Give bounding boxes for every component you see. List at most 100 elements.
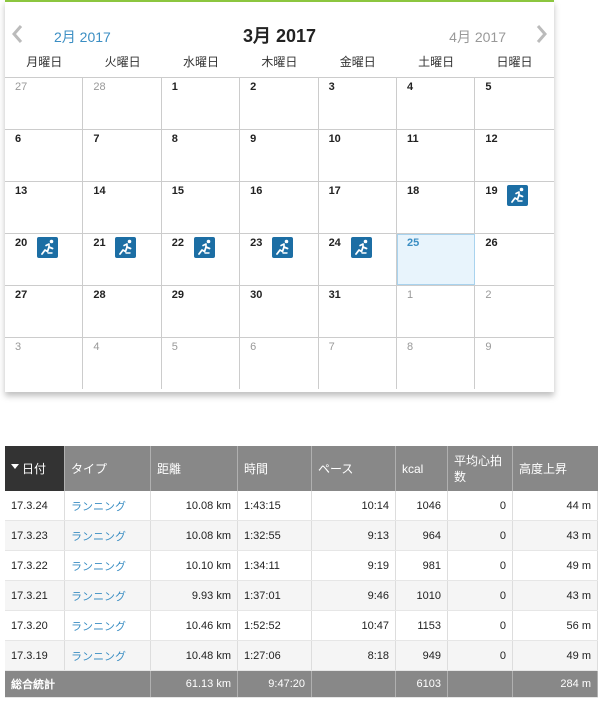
cell-type[interactable]: ランニング [64, 550, 151, 581]
day-number: 19 [485, 185, 498, 197]
calendar-day[interactable]: 11 [397, 130, 476, 181]
calendar-day[interactable]: 27 [5, 78, 84, 129]
calendar-day[interactable]: 5 [475, 78, 553, 129]
calendar-day[interactable]: 8 [397, 338, 476, 389]
day-number: 28 [93, 81, 106, 93]
total-elevation: 284 m [512, 670, 598, 698]
running-activity-icon[interactable] [350, 237, 372, 258]
calendar-day-today[interactable]: 25 [396, 234, 476, 285]
calendar-day[interactable]: 10 [319, 130, 397, 181]
cell-pace: 10:14 [311, 491, 396, 521]
calendar-day[interactable]: 16 [240, 182, 319, 233]
calendar-week-row: 13 14 15 16 17 18 19 [5, 182, 554, 234]
calendar-day[interactable]: 3 [5, 338, 84, 389]
running-activity-icon[interactable] [272, 237, 294, 258]
cell-type[interactable]: ランニング [64, 520, 151, 551]
table-row[interactable]: 17.3.23 ランニング 10.08 km 1:32:55 9:13 964 0 43 m [5, 520, 598, 551]
column-header-distance[interactable]: 距離 [150, 446, 238, 491]
calendar-day[interactable]: 6 [240, 338, 319, 389]
calendar-day[interactable]: 1 [397, 286, 476, 337]
cell-avg-hr: 0 [447, 491, 513, 521]
column-header-kcal[interactable]: kcal [395, 446, 448, 491]
cell-date: 17.3.22 [5, 550, 65, 581]
calendar-day[interactable]: 9 [475, 338, 553, 389]
running-activity-icon[interactable] [193, 237, 215, 258]
calendar-day[interactable]: 13 [5, 182, 84, 233]
cell-time: 1:34:11 [237, 550, 312, 581]
calendar-day[interactable]: 18 [397, 182, 476, 233]
calendar-day[interactable]: 24 [319, 234, 397, 285]
day-number: 22 [171, 237, 185, 249]
cell-kcal: 1010 [395, 580, 448, 611]
table-row[interactable]: 17.3.20 ランニング 10.46 km 1:52:52 10:47 1153 0 56 … [5, 610, 598, 641]
calendar-day[interactable]: 17 [319, 182, 397, 233]
cell-distance: 10.08 km [150, 520, 238, 551]
calendar-day[interactable]: 27 [5, 286, 84, 337]
running-activity-icon[interactable] [37, 237, 58, 258]
calendar-day[interactable]: 14 [83, 182, 162, 233]
cell-avg-hr: 0 [447, 550, 513, 581]
day-number: 25 [406, 237, 420, 249]
day-number: 13 [15, 185, 28, 197]
column-header-type[interactable]: タイプ [64, 446, 151, 491]
calendar-day[interactable]: 2 [240, 78, 319, 129]
chevron-right-icon[interactable] [536, 24, 548, 44]
column-header-time[interactable]: 時間 [237, 446, 312, 491]
calendar-day[interactable]: 4 [83, 338, 162, 389]
calendar-day[interactable]: 5 [162, 338, 241, 389]
cell-kcal: 1153 [395, 610, 448, 641]
calendar-day[interactable]: 23 [240, 234, 319, 285]
calendar-day[interactable]: 12 [475, 130, 553, 181]
calendar-week-row: 27 28 1 2 3 4 5 [5, 78, 554, 130]
calendar-day[interactable]: 19 [475, 182, 553, 233]
calendar-day[interactable]: 20 [5, 234, 84, 285]
cell-type[interactable]: ランニング [64, 491, 151, 521]
calendar-day[interactable]: 30 [240, 286, 319, 337]
calendar-day[interactable]: 15 [162, 182, 241, 233]
table-row[interactable]: 17.3.21 ランニング 9.93 km 1:37:01 9:46 1010 0 43 m [5, 580, 598, 611]
day-number: 23 [250, 237, 263, 249]
calendar-day[interactable]: 2 [475, 286, 553, 337]
total-row: 総合統計 61.13 km 9:47:20 6103 284 m [5, 670, 598, 698]
cell-type[interactable]: ランニング [64, 580, 151, 611]
day-number: 4 [93, 341, 100, 353]
table-row[interactable]: 17.3.24 ランニング 10.08 km 1:43:15 10:14 1046 0 44 … [5, 491, 598, 521]
column-header-date[interactable]: 日付 [5, 446, 65, 491]
calendar-day[interactable]: 31 [319, 286, 397, 337]
total-empty [447, 670, 513, 698]
cell-type[interactable]: ランニング [64, 610, 151, 641]
day-number: 3 [328, 81, 335, 93]
day-number: 30 [250, 289, 263, 301]
column-header-pace[interactable]: ペース [311, 446, 396, 491]
calendar-day[interactable]: 7 [319, 338, 397, 389]
calendar-day[interactable]: 4 [397, 78, 476, 129]
calendar-day[interactable]: 7 [83, 130, 162, 181]
calendar-day[interactable]: 26 [475, 234, 553, 285]
column-header-elevation[interactable]: 高度上昇 [512, 446, 598, 491]
table-row[interactable]: 17.3.22 ランニング 10.10 km 1:34:11 9:19 981 0 49 m [5, 550, 598, 581]
calendar-day[interactable]: 1 [162, 78, 241, 129]
calendar-day[interactable]: 21 [83, 234, 162, 285]
day-number: 11 [406, 133, 419, 145]
running-activity-icon[interactable] [507, 185, 529, 206]
running-activity-icon[interactable] [115, 237, 137, 258]
calendar-day[interactable]: 8 [162, 130, 241, 181]
calendar-day[interactable]: 6 [5, 130, 84, 181]
next-month-link[interactable]: 4月 2017 [449, 27, 506, 47]
day-number: 29 [171, 289, 185, 301]
calendar-day[interactable]: 28 [83, 286, 162, 337]
total-distance: 61.13 km [150, 670, 238, 698]
day-number: 18 [406, 185, 420, 197]
calendar-day[interactable]: 22 [162, 234, 241, 285]
calendar-day[interactable]: 28 [83, 78, 162, 129]
table-row[interactable]: 17.3.19 ランニング 10.48 km 1:27:06 8:18 949 0 49 m [5, 640, 598, 671]
column-header-avg-hr[interactable]: 平均心拍数 [447, 446, 513, 491]
calendar-day[interactable]: 9 [240, 130, 319, 181]
calendar-day[interactable]: 3 [319, 78, 397, 129]
cell-elevation: 49 m [512, 640, 598, 671]
cell-type[interactable]: ランニング [64, 640, 151, 671]
day-number: 3 [15, 341, 22, 353]
calendar-day[interactable]: 29 [162, 286, 241, 337]
day-number: 2 [485, 289, 492, 301]
day-number: 5 [171, 341, 178, 353]
